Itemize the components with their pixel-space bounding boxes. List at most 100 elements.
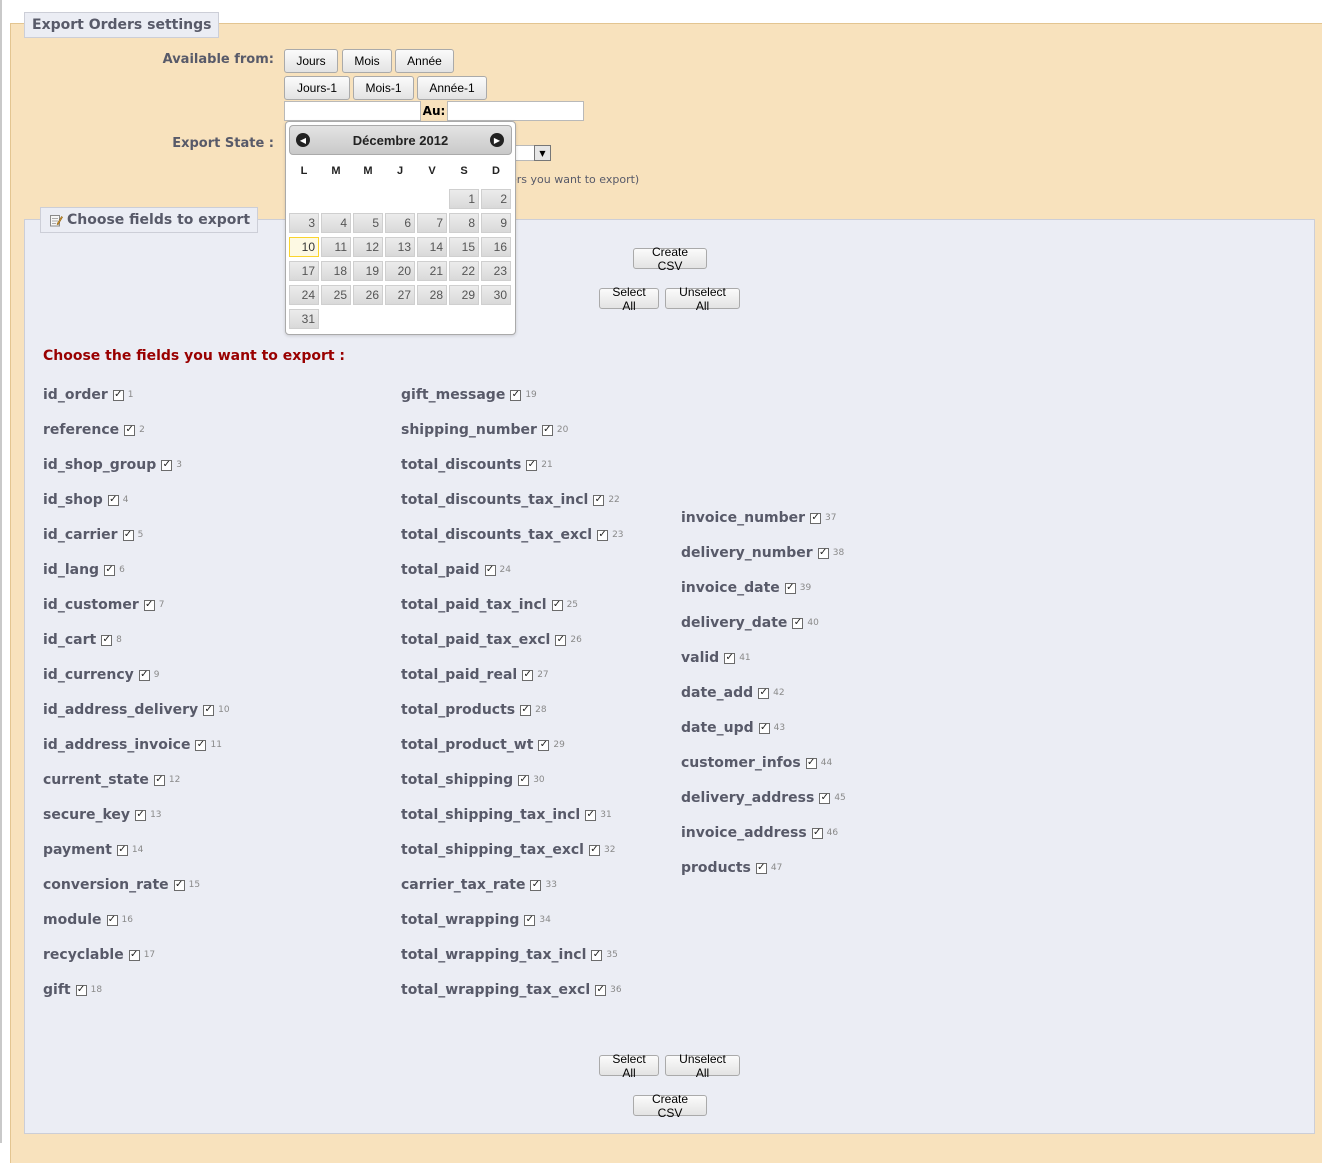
field-checkbox[interactable]: ✓: [758, 722, 770, 734]
field-checkbox[interactable]: ✓: [135, 809, 147, 821]
datepicker-day[interactable]: 17: [289, 261, 319, 281]
field-checkbox[interactable]: ✓: [591, 949, 603, 961]
datepicker-day[interactable]: 23: [481, 261, 511, 281]
datepicker-day[interactable]: 3: [289, 213, 319, 233]
datepicker-day[interactable]: 25: [321, 285, 351, 305]
field-checkbox[interactable]: ✓: [541, 424, 553, 436]
field-checkbox[interactable]: ✓: [112, 389, 124, 401]
datepicker-day[interactable]: 5: [353, 213, 383, 233]
datepicker-day[interactable]: 24: [289, 285, 319, 305]
datepicker-day[interactable]: 12: [353, 237, 383, 257]
datepicker-day[interactable]: 8: [449, 213, 479, 233]
select-all-button-top[interactable]: Select All: [599, 285, 659, 313]
field-checkbox[interactable]: ✓: [530, 879, 542, 891]
field-checkbox[interactable]: ✓: [510, 389, 522, 401]
datepicker-day[interactable]: 9: [481, 213, 511, 233]
circle-arrow-left-icon[interactable]: ◀: [296, 133, 310, 147]
field-checkbox[interactable]: ✓: [195, 739, 207, 751]
select-all-button-bottom[interactable]: Select All: [599, 1052, 659, 1080]
field-checkbox[interactable]: ✓: [153, 774, 165, 786]
period-button-mois[interactable]: Mois: [342, 49, 392, 73]
field-checkbox[interactable]: ✓: [724, 652, 736, 664]
prev-period-button-jours[interactable]: Jours-1: [284, 76, 350, 100]
field-checkbox[interactable]: ✓: [128, 949, 140, 961]
field-checkbox[interactable]: ✓: [811, 827, 823, 839]
field-checkbox[interactable]: ✓: [817, 547, 829, 559]
field-checkbox[interactable]: ✓: [593, 494, 605, 506]
field-checkbox[interactable]: ✓: [124, 424, 136, 436]
field-checkbox[interactable]: ✓: [173, 879, 185, 891]
field-item-recyclable: recyclable ✓ 17: [43, 947, 155, 963]
field-checkbox[interactable]: ✓: [524, 914, 536, 926]
date-from-input[interactable]: [284, 101, 421, 121]
field-checkbox[interactable]: ✓: [101, 634, 113, 646]
datepicker-day[interactable]: 4: [321, 213, 351, 233]
field-checkbox[interactable]: ✓: [588, 844, 600, 856]
field-checkbox[interactable]: ✓: [106, 914, 118, 926]
field-checkbox[interactable]: ✓: [810, 512, 822, 524]
field-checkbox[interactable]: ✓: [526, 459, 538, 471]
period-button-annee[interactable]: Année: [395, 49, 454, 73]
field-checkbox[interactable]: ✓: [520, 704, 532, 716]
field-checkbox[interactable]: ✓: [75, 984, 87, 996]
field-checkbox[interactable]: ✓: [203, 704, 215, 716]
field-checkbox[interactable]: ✓: [555, 634, 567, 646]
field-checkbox[interactable]: ✓: [792, 617, 804, 629]
datepicker-day[interactable]: 31: [289, 309, 319, 329]
field-checkbox[interactable]: ✓: [107, 494, 119, 506]
datepicker-day[interactable]: 20: [385, 261, 415, 281]
field-checkbox[interactable]: ✓: [551, 599, 563, 611]
field-checkbox[interactable]: ✓: [143, 599, 155, 611]
field-checkbox[interactable]: ✓: [755, 862, 767, 874]
datepicker-day[interactable]: 18: [321, 261, 351, 281]
unselect-all-button-bottom[interactable]: Unselect All: [665, 1052, 740, 1080]
prev-period-button-mois[interactable]: Mois-1: [353, 76, 414, 100]
field-item-total-shipping-tax-incl: total_shipping_tax_incl ✓ 31: [401, 807, 612, 823]
datepicker-day[interactable]: 19: [353, 261, 383, 281]
datepicker-day[interactable]: 30: [481, 285, 511, 305]
field-checkbox[interactable]: ✓: [116, 844, 128, 856]
field-checkbox[interactable]: ✓: [161, 459, 173, 471]
datepicker-day[interactable]: 1: [449, 189, 479, 209]
datepicker-day[interactable]: 11: [321, 237, 351, 257]
create-csv-button-bottom[interactable]: Create CSV: [633, 1092, 707, 1120]
field-checkbox[interactable]: ✓: [522, 669, 534, 681]
field-checkbox[interactable]: ✓: [585, 809, 597, 821]
datepicker-day[interactable]: 7: [417, 213, 447, 233]
field-checkbox[interactable]: ✓: [518, 774, 530, 786]
field-checkbox[interactable]: ✓: [758, 687, 770, 699]
field-checkbox[interactable]: ✓: [805, 757, 817, 769]
datepicker-weekday: D: [492, 165, 500, 177]
unselect-all-button-top[interactable]: Unselect All: [665, 285, 740, 313]
field-checkbox[interactable]: ✓: [538, 739, 550, 751]
datepicker-day[interactable]: 10: [289, 237, 319, 257]
field-checkbox[interactable]: ✓: [104, 564, 116, 576]
datepicker-day[interactable]: 26: [353, 285, 383, 305]
datepicker-day[interactable]: 6: [385, 213, 415, 233]
datepicker-day[interactable]: 28: [417, 285, 447, 305]
field-checkbox[interactable]: ✓: [138, 669, 150, 681]
field-checkbox[interactable]: ✓: [597, 529, 609, 541]
datepicker-day[interactable]: 2: [481, 189, 511, 209]
field-index: 16: [121, 915, 133, 925]
date-to-input[interactable]: [447, 101, 584, 121]
create-csv-button-top[interactable]: Create CSV: [633, 245, 707, 273]
datepicker-day[interactable]: 22: [449, 261, 479, 281]
prev-period-button-annee[interactable]: Année-1: [417, 76, 487, 100]
field-checkbox[interactable]: ✓: [784, 582, 796, 594]
datepicker-weekday: V: [428, 165, 436, 177]
datepicker-day[interactable]: 14: [417, 237, 447, 257]
datepicker-day[interactable]: 27: [385, 285, 415, 305]
select-arrow-icon[interactable]: ▼: [534, 145, 551, 161]
field-checkbox[interactable]: ✓: [595, 984, 607, 996]
field-checkbox[interactable]: ✓: [484, 564, 496, 576]
period-button-jours[interactable]: Jours: [284, 49, 338, 73]
datepicker-day[interactable]: 29: [449, 285, 479, 305]
field-checkbox[interactable]: ✓: [122, 529, 134, 541]
datepicker-day[interactable]: 16: [481, 237, 511, 257]
circle-arrow-right-icon[interactable]: ▶: [490, 133, 504, 147]
datepicker-day[interactable]: 21: [417, 261, 447, 281]
field-checkbox[interactable]: ✓: [819, 792, 831, 804]
datepicker-day[interactable]: 15: [449, 237, 479, 257]
datepicker-day[interactable]: 13: [385, 237, 415, 257]
